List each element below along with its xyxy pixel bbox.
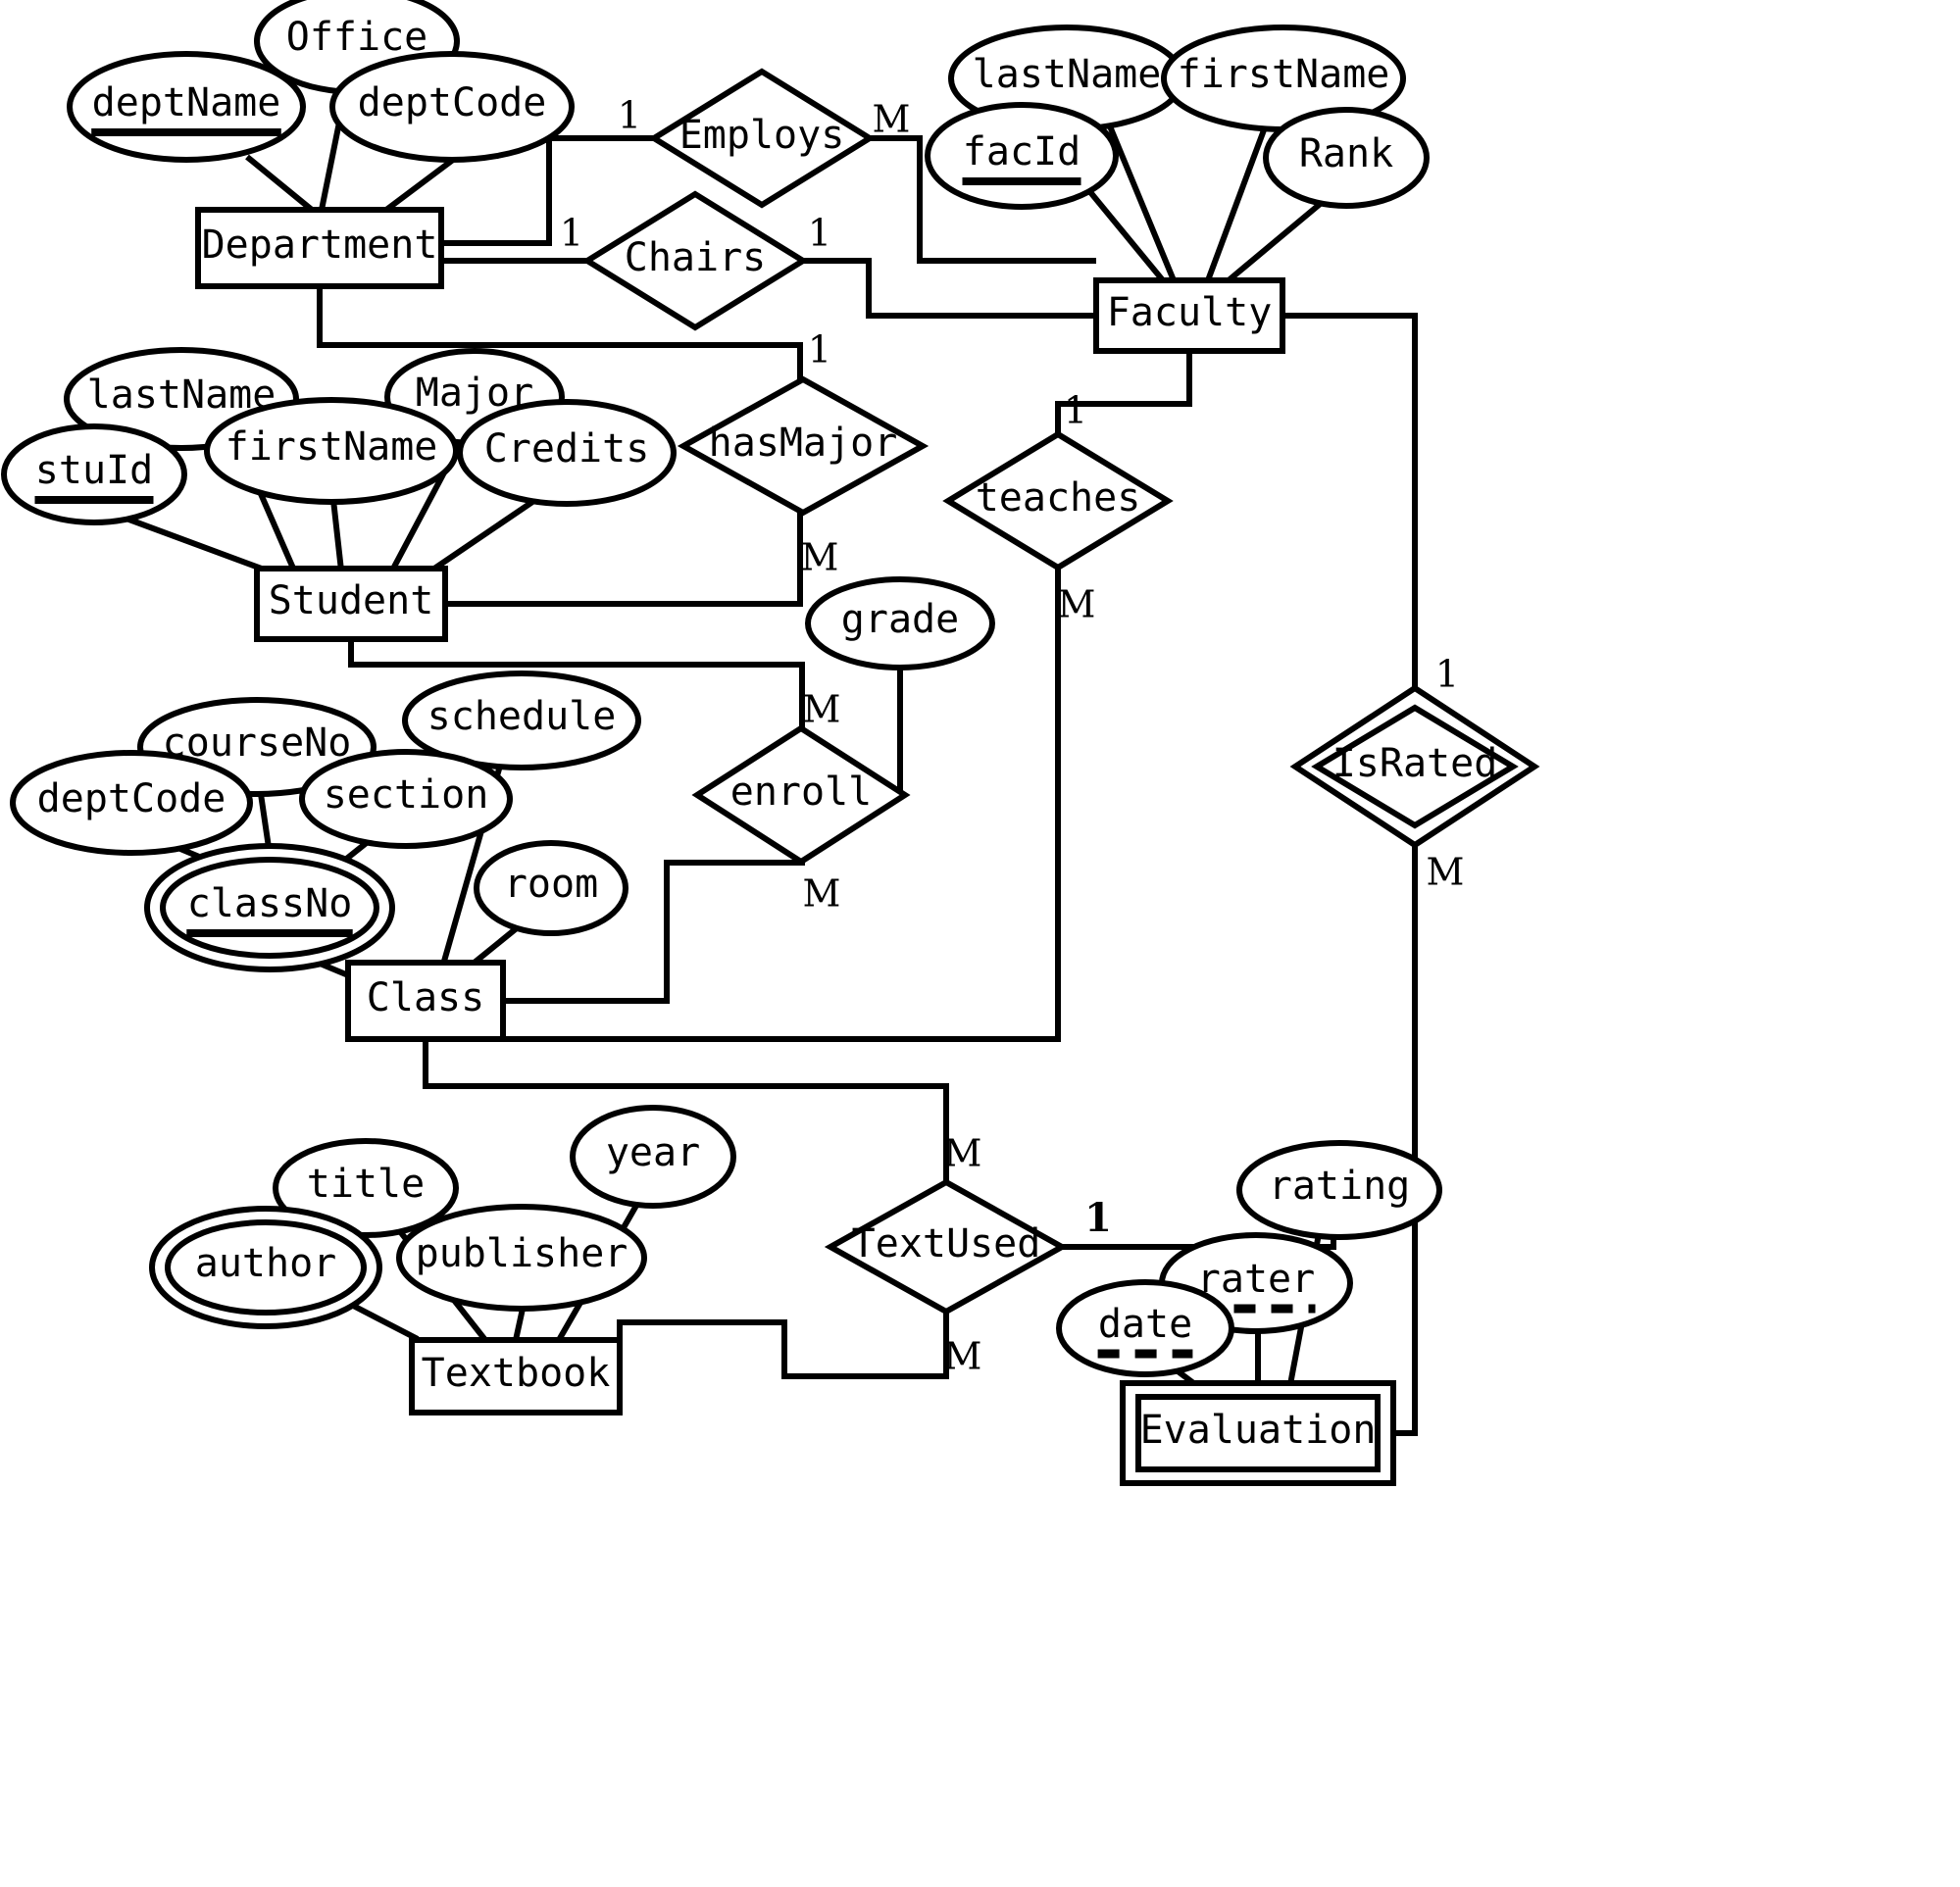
shapes-layer: deptNameOffice deptCode lastName firstName f…: [1, 0, 1540, 1486]
relationship-label-israted: IsRated: [1332, 741, 1498, 786]
attribute-stu_firstname[interactable]: firstName: [204, 397, 459, 505]
relationship-chairs[interactable]: Chairs: [581, 190, 809, 331]
attribute-label-tb_title: title: [307, 1162, 425, 1207]
entity-label-faculty: Faculty: [1107, 290, 1273, 335]
relationship-teaches[interactable]: teaches: [942, 430, 1174, 571]
attribute-label-dept_office: Office: [286, 15, 428, 60]
cardinality-card_employs_fac: M: [873, 98, 911, 141]
cardinality-card_chairs_dept: 1: [560, 212, 583, 255]
entity-class[interactable]: Class: [345, 960, 506, 1042]
edge-rank-faculty: [1227, 198, 1326, 283]
cardinality-card_textused_text: M: [944, 1335, 982, 1378]
attribute-enroll_grade[interactable]: grade: [805, 576, 995, 670]
edge-publisher-textbook: [513, 1308, 526, 1341]
attribute-label-eval_rater: rater: [1197, 1257, 1315, 1302]
edge-credits-student: [429, 497, 537, 573]
attribute-label-eval_rating: rating: [1269, 1164, 1411, 1209]
attribute-label-cls_section: section: [324, 772, 489, 818]
relationship-hasmajor[interactable]: hasMajor: [677, 375, 930, 517]
edge-deptcode-department: [384, 157, 455, 213]
attribute-label-fac_rank: Rank: [1299, 131, 1393, 176]
entity-department[interactable]: Department: [195, 207, 444, 289]
attribute-eval_date[interactable]: date: [1056, 1279, 1234, 1377]
entity-textbook[interactable]: Textbook: [409, 1337, 623, 1415]
edge-faculty-israted: [1282, 313, 1418, 708]
attribute-label-cls_schedule: schedule: [427, 694, 617, 739]
attribute-label-cls_classno: classNo: [187, 881, 353, 926]
cardinality-card_enroll_class: M: [803, 872, 841, 916]
attribute-stu_stuid[interactable]: stuId: [1, 423, 187, 525]
cardinality-card_textused_class: M: [944, 1132, 982, 1175]
entity-evaluation[interactable]: Evaluation: [1120, 1380, 1396, 1486]
cardinality-card_chairs_fac: 1: [808, 212, 831, 255]
attribute-dept_deptcode[interactable]: deptCode: [329, 51, 575, 163]
edge-firstname-student: [330, 499, 344, 571]
attribute-label-tb_author: author: [195, 1241, 337, 1286]
er-diagram-svg: deptNameOffice deptCode lastName firstName f…: [1, 0, 1540, 1486]
attribute-cls_room[interactable]: room: [474, 840, 628, 936]
attribute-label-fac_facid: facId: [963, 129, 1081, 174]
attribute-label-tb_year: year: [606, 1130, 700, 1175]
attribute-label-cls_deptcode: deptCode: [37, 776, 226, 821]
relationship-israted[interactable]: IsRated: [1289, 684, 1540, 849]
edge-facid-faculty: [1087, 190, 1166, 282]
relationship-label-teaches: teaches: [976, 475, 1141, 521]
attribute-label-dept_deptcode: deptCode: [358, 80, 547, 125]
entity-label-student: Student: [269, 578, 434, 623]
edge-israted-evaluation: [1378, 825, 1418, 1436]
attribute-label-stu_credits: Credits: [484, 426, 650, 472]
attribute-label-tb_publisher: publisher: [416, 1231, 628, 1276]
entity-label-evaluation: Evaluation: [1140, 1408, 1377, 1453]
relationship-textused[interactable]: TextUsed: [824, 1178, 1069, 1316]
attribute-label-stu_firstname: firstName: [226, 424, 438, 470]
relationship-label-chairs: Chairs: [625, 235, 767, 280]
edge-deptname-department: [245, 154, 314, 213]
attribute-label-eval_date: date: [1098, 1302, 1192, 1347]
edge-textused-textbook: [617, 1312, 949, 1379]
relationship-label-employs: Employs: [679, 113, 845, 158]
attribute-stu_credits[interactable]: Credits: [457, 399, 677, 507]
attribute-dept_deptname[interactable]: deptName: [67, 51, 306, 163]
cardinality-card_israted_eval: M: [1427, 851, 1465, 894]
attribute-cls_deptcode[interactable]: deptCode: [10, 750, 253, 856]
attribute-tb_publisher[interactable]: publisher: [396, 1204, 647, 1312]
cardinality-card_enroll_stu: M: [803, 688, 841, 731]
attribute-label-fac_firstname: firstName: [1178, 52, 1390, 97]
edge-stuid-student: [125, 516, 269, 573]
cardinality-card_hasmajor_stu: M: [801, 536, 839, 579]
relationship-label-textused: TextUsed: [852, 1221, 1041, 1266]
relationship-label-hasmajor: hasMajor: [709, 421, 898, 466]
cardinality-card_israted_fac: 1: [1435, 653, 1459, 696]
cardinality-card_hasmajor_dept: 1: [808, 328, 831, 372]
attribute-eval_rating[interactable]: rating: [1236, 1140, 1442, 1240]
relationship-employs[interactable]: Employs: [648, 68, 876, 209]
attribute-label-cls_room: room: [504, 862, 598, 907]
relationship-label-enroll: enroll: [730, 770, 873, 815]
entity-label-department: Department: [202, 223, 438, 268]
attribute-label-stu_stuid: stuId: [35, 448, 153, 493]
cardinality-card_teaches_fac: 1: [1064, 389, 1087, 432]
edge-chairs-faculty: [803, 258, 1096, 319]
attribute-fac_facid[interactable]: facId: [925, 102, 1119, 210]
relationship-enroll[interactable]: enroll: [691, 724, 911, 866]
attribute-label-fac_lastname: lastName: [973, 52, 1162, 97]
cardinality-card_employs_dept: 1: [618, 94, 641, 137]
entity-faculty[interactable]: Faculty: [1093, 277, 1285, 354]
attribute-cls_classno[interactable]: classNo: [144, 843, 395, 972]
entity-label-class: Class: [367, 975, 484, 1020]
attribute-tb_year[interactable]: year: [570, 1105, 736, 1209]
entity-student[interactable]: Student: [254, 566, 448, 642]
attribute-tb_author[interactable]: author: [149, 1206, 382, 1329]
cardinality-card_teaches_class: M: [1058, 583, 1096, 626]
attribute-cls_section[interactable]: section: [299, 749, 513, 849]
er-diagram-canvas: deptName Office deptCode lastName firstName f…: [0, 0, 1960, 1887]
cardinality-card_textused_eval: 1: [1084, 1195, 1112, 1241]
attribute-label-dept_deptname: deptName: [92, 80, 281, 125]
attribute-label-enroll_grade: grade: [841, 597, 959, 642]
entity-label-textbook: Textbook: [422, 1351, 611, 1396]
attribute-fac_rank[interactable]: Rank: [1263, 107, 1430, 209]
